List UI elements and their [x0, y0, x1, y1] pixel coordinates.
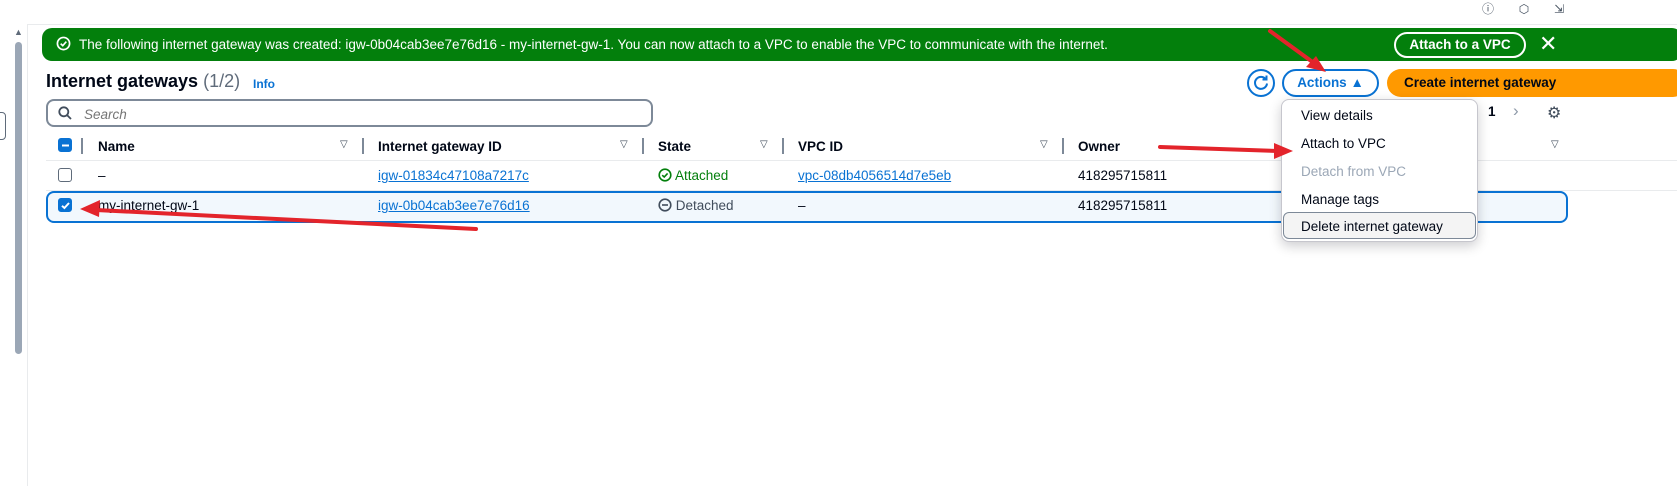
- sort-icon[interactable]: ▽: [1040, 139, 1048, 150]
- state-badge: Detached: [658, 198, 734, 213]
- state-badge: Attached: [658, 168, 728, 183]
- column-separator[interactable]: [1062, 138, 1064, 154]
- sort-icon[interactable]: ▽: [760, 139, 768, 150]
- attached-check-icon: [658, 168, 672, 182]
- cell-owner: 418295715811: [1078, 168, 1168, 183]
- column-header-name[interactable]: Name: [98, 139, 135, 154]
- refresh-button[interactable]: [1247, 69, 1275, 97]
- cell-name: my-internet-gw-1: [98, 198, 200, 213]
- help-icon[interactable]: ⬡: [1516, 1, 1532, 17]
- select-all-checkbox[interactable]: [58, 138, 72, 152]
- success-flash-banner: The following internet gateway was creat…: [42, 28, 1677, 61]
- vpc-id-link[interactable]: vpc-08db4056514d7e5eb: [798, 168, 951, 183]
- side-nav-toggle[interactable]: [0, 112, 6, 140]
- left-panel: ▲: [0, 24, 28, 486]
- settings-gear-icon[interactable]: ⚙: [1547, 103, 1561, 123]
- cell-name: –: [98, 168, 106, 183]
- igw-id-link[interactable]: igw-01834c47108a7217c: [378, 168, 529, 183]
- create-internet-gateway-button[interactable]: Create internet gateway: [1387, 69, 1677, 97]
- selection-count: (1/2): [203, 71, 241, 91]
- sort-icon[interactable]: ▽: [340, 139, 348, 150]
- column-separator[interactable]: [782, 138, 784, 154]
- success-check-icon: [56, 36, 71, 51]
- column-header-vpc-id[interactable]: VPC ID: [798, 139, 843, 154]
- flash-message: The following internet gateway was creat…: [79, 37, 1108, 52]
- info-icon[interactable]: ⓘ: [1480, 1, 1496, 17]
- actions-dropdown-menu: View details Attach to VPC Detach from V…: [1281, 99, 1478, 242]
- info-link[interactable]: Info: [253, 77, 275, 91]
- menu-item-attach-to-vpc[interactable]: Attach to VPC: [1301, 136, 1386, 151]
- close-icon[interactable]: ✕: [1539, 31, 1557, 57]
- search-box: [46, 99, 653, 127]
- sort-icon[interactable]: ▽: [1551, 139, 1559, 150]
- state-text: Detached: [675, 198, 734, 213]
- sort-icon[interactable]: ▽: [620, 139, 628, 150]
- column-header-owner[interactable]: Owner: [1078, 139, 1120, 154]
- column-separator[interactable]: [81, 138, 83, 154]
- page-title: Internet gateways (1/2): [46, 71, 240, 92]
- attach-to-vpc-button[interactable]: Attach to a VPC: [1394, 32, 1526, 58]
- scroll-up-icon[interactable]: ▲: [14, 27, 23, 37]
- column-header-state[interactable]: State: [658, 139, 691, 154]
- scrollbar-thumb[interactable]: [15, 42, 22, 354]
- igw-id-link[interactable]: igw-0b04cab3ee7e76d16: [378, 198, 530, 213]
- cell-vpc-id: –: [798, 198, 806, 213]
- row-checkbox[interactable]: [58, 168, 72, 182]
- search-icon: [58, 106, 72, 120]
- export-icon[interactable]: ⇲: [1551, 1, 1567, 17]
- menu-item-manage-tags[interactable]: Manage tags: [1301, 192, 1379, 207]
- menu-item-detach-from-vpc: Detach from VPC: [1301, 164, 1407, 179]
- row-checkbox[interactable]: [58, 198, 72, 212]
- column-separator[interactable]: [362, 138, 364, 154]
- refresh-icon: [1254, 75, 1268, 90]
- column-separator[interactable]: [642, 138, 644, 154]
- column-header-igw-id[interactable]: Internet gateway ID: [378, 139, 502, 154]
- top-bar: ⓘ ⬡ ⇲: [0, 0, 1677, 25]
- detached-minus-icon: [658, 198, 672, 212]
- cell-owner: 418295715811: [1078, 198, 1168, 213]
- page-number[interactable]: 1: [1488, 104, 1496, 119]
- search-input[interactable]: [82, 104, 626, 124]
- menu-item-view-details[interactable]: View details: [1301, 108, 1373, 123]
- state-text: Attached: [675, 168, 729, 183]
- menu-item-delete-internet-gateway[interactable]: Delete internet gateway: [1301, 219, 1443, 234]
- next-page-icon[interactable]: ›: [1513, 101, 1519, 121]
- actions-button[interactable]: Actions ▲: [1282, 69, 1379, 97]
- title-text: Internet gateways: [46, 71, 199, 91]
